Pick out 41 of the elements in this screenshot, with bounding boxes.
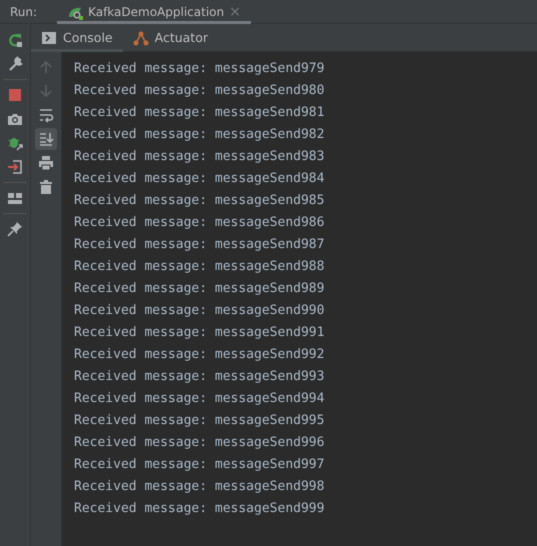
console-line: Received message: messageSend992 bbox=[74, 346, 326, 364]
console-line: Received message: messageSend996 bbox=[74, 434, 326, 452]
nodes-icon bbox=[132, 30, 149, 46]
printer-icon bbox=[38, 155, 54, 171]
console-line: Received message: messageSend993 bbox=[74, 368, 326, 386]
console-line: Received message: messageSend988 bbox=[74, 258, 326, 276]
run-tab[interactable]: KafkaDemoApplication × bbox=[57, 0, 251, 24]
exit-icon bbox=[7, 159, 23, 175]
console-line: Received message: messageSend980 bbox=[74, 82, 326, 100]
console-line: Received message: messageSend997 bbox=[74, 456, 326, 474]
console-line: Received message: messageSend979 bbox=[74, 60, 326, 78]
console-line: Received message: messageSend999 bbox=[74, 500, 326, 518]
wrench-icon bbox=[7, 56, 23, 72]
bug-icon bbox=[7, 135, 23, 151]
trash-icon bbox=[38, 179, 54, 195]
run-label: Run: bbox=[9, 4, 38, 21]
console-line: Received message: messageSend987 bbox=[74, 236, 326, 254]
scroll-to-end-icon bbox=[38, 131, 54, 147]
console-line: Received message: messageSend995 bbox=[74, 412, 326, 430]
console-line: Received message: messageSend981 bbox=[74, 104, 326, 122]
console-line: Received message: messageSend994 bbox=[74, 390, 326, 408]
rerun-icon bbox=[7, 32, 23, 48]
console-line: Received message: messageSend986 bbox=[74, 214, 326, 232]
console-tab[interactable]: Actuator bbox=[122, 24, 218, 52]
camera-icon bbox=[7, 111, 23, 127]
console-line: Received message: messageSend982 bbox=[74, 126, 326, 144]
console-line: Received message: messageSend985 bbox=[74, 192, 326, 210]
up-arrow-icon bbox=[38, 59, 54, 75]
wrap-icon bbox=[38, 107, 54, 123]
console-line: Received message: messageSend991 bbox=[74, 324, 326, 342]
pin-icon bbox=[7, 221, 23, 237]
console-line: Received message: messageSend984 bbox=[74, 170, 326, 188]
console-line: Received message: messageSend990 bbox=[74, 302, 326, 320]
scroll-to-end-button[interactable] bbox=[35, 128, 57, 150]
layout-icon bbox=[7, 190, 23, 206]
console-line: Received message: messageSend983 bbox=[74, 148, 326, 166]
console-line: Received message: messageSend989 bbox=[74, 280, 326, 298]
stop-icon bbox=[7, 87, 23, 103]
down-arrow-icon bbox=[38, 83, 54, 99]
console-icon bbox=[41, 30, 57, 46]
console-line: Received message: messageSend998 bbox=[74, 478, 326, 496]
